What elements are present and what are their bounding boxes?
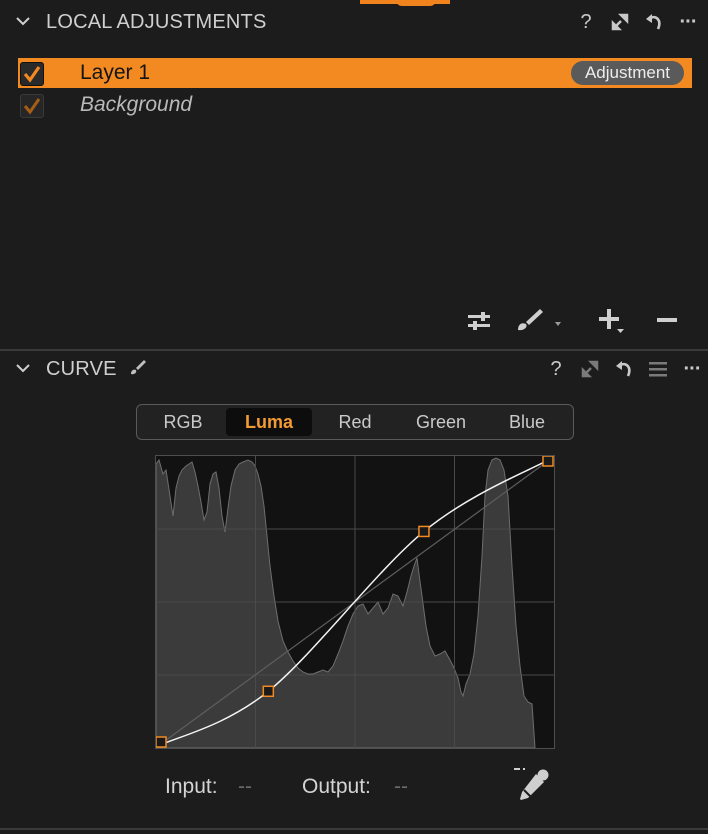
layer-name: Background xyxy=(80,93,193,116)
chevron-down-icon[interactable] xyxy=(14,12,32,30)
tab-green[interactable]: Green xyxy=(398,408,484,436)
curve-editor[interactable] xyxy=(155,455,555,749)
curve-control-point[interactable] xyxy=(262,685,275,698)
tab-blue[interactable]: Blue xyxy=(484,408,570,436)
input-label: Input: xyxy=(165,775,218,798)
layer-visibility-checkbox[interactable] xyxy=(20,62,44,86)
input-value: -- xyxy=(238,775,252,798)
tab-red[interactable]: Red xyxy=(312,408,398,436)
local-adjustments-header[interactable]: LOCAL ADJUSTMENTS ? ··· xyxy=(0,0,708,44)
tab-luma[interactable]: Luma xyxy=(226,408,312,436)
help-icon[interactable]: ? xyxy=(544,357,568,381)
chevron-down-icon[interactable] xyxy=(14,359,32,377)
checkmark-icon xyxy=(23,66,41,83)
remove-layer-icon[interactable] xyxy=(650,305,684,335)
curve-title: CURVE xyxy=(46,358,117,380)
layer-visibility-checkbox[interactable] xyxy=(20,94,44,118)
layer-type-badge: Adjustment xyxy=(570,61,684,85)
sliders-icon[interactable] xyxy=(462,306,496,336)
layer-row-background[interactable]: Background xyxy=(18,90,692,120)
curve-control-point[interactable] xyxy=(156,736,167,748)
curve-graph[interactable] xyxy=(156,456,554,748)
more-icon[interactable]: ··· xyxy=(676,10,700,34)
curve-channel-tabs: RGB Luma Red Green Blue xyxy=(136,404,574,440)
local-adjustments-title: LOCAL ADJUSTMENTS xyxy=(46,11,267,33)
eyedropper-icon[interactable] xyxy=(512,766,552,804)
curve-header[interactable]: CURVE ? ··· xyxy=(0,347,708,391)
presets-icon[interactable] xyxy=(646,357,670,381)
curve-control-point[interactable] xyxy=(542,456,554,467)
panel-divider xyxy=(0,828,708,830)
layer-name: Layer 1 xyxy=(80,61,151,84)
reset-icon[interactable] xyxy=(642,10,666,34)
layer-row-layer-1[interactable]: Layer 1 Adjustment xyxy=(18,58,692,88)
help-icon[interactable]: ? xyxy=(574,10,598,34)
expand-icon[interactable] xyxy=(608,10,632,34)
brush-icon[interactable] xyxy=(512,304,564,334)
output-value: -- xyxy=(394,775,408,798)
luma-histogram xyxy=(156,457,536,748)
curve-control-point[interactable] xyxy=(418,525,430,538)
output-label: Output: xyxy=(302,775,371,798)
expand-icon[interactable] xyxy=(578,357,602,381)
add-layer-icon[interactable] xyxy=(594,305,628,335)
tab-rgb[interactable]: RGB xyxy=(140,408,226,436)
more-icon[interactable]: ··· xyxy=(680,357,704,381)
layer-brush-icon xyxy=(131,360,146,375)
checkmark-icon xyxy=(23,98,41,115)
reset-icon[interactable] xyxy=(612,357,636,381)
